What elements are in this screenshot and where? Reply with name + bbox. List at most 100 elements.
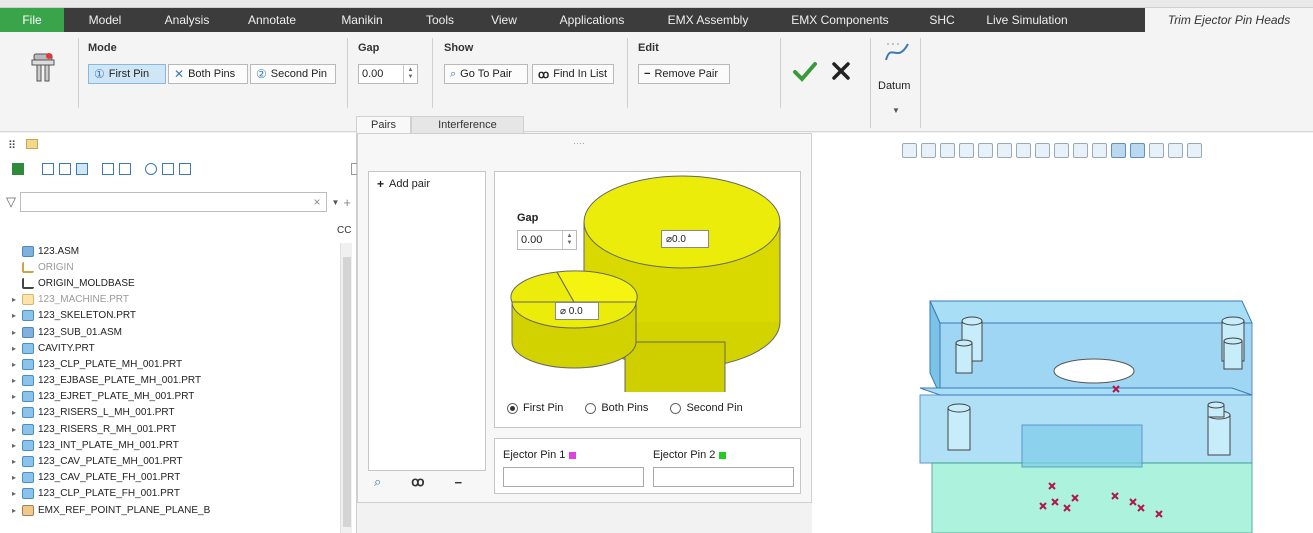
ok-checkmark-icon[interactable] <box>792 58 818 84</box>
tree-item[interactable]: ▸ EMX_REF_POINT_PLANE_PLANE_B <box>12 502 337 518</box>
plus-icon[interactable]: + <box>343 195 351 210</box>
prt-part-icon <box>22 423 34 435</box>
show-icon[interactable] <box>119 163 131 175</box>
tree-scrollbar[interactable] <box>340 243 352 533</box>
tab-pairs[interactable]: Pairs <box>356 116 412 133</box>
tree-item[interactable]: 123.ASM <box>12 243 337 259</box>
layers-icon[interactable] <box>145 163 157 175</box>
menu-applications[interactable]: Applications <box>536 8 648 32</box>
expand-arrow-icon[interactable]: ▸ <box>12 473 22 482</box>
model-tree-panel: ⠿ ▽ × ▼ + CC 123.ASM ORIGIN ORIGIN_MOLDBAS… <box>0 133 363 533</box>
funnel-icon[interactable]: ▽ <box>6 194 16 210</box>
chevron-down-icon[interactable]: ▼ <box>331 198 339 207</box>
drag-handle[interactable]: ···· <box>573 138 585 148</box>
first-pin-button[interactable]: ① First Pin <box>88 64 166 84</box>
ejector-pin-2-field[interactable] <box>653 467 794 487</box>
expand-arrow-icon[interactable]: ▸ <box>12 360 22 369</box>
minus-icon[interactable]: − <box>455 475 463 490</box>
binoculars-icon[interactable]: ꝏ <box>411 474 424 490</box>
tree-item[interactable]: ▸ 123_MACHINE.PRT <box>12 292 337 308</box>
stack-icon[interactable] <box>162 163 174 175</box>
green-swatch-icon <box>719 451 727 459</box>
menu-tools[interactable]: Tools <box>408 8 472 32</box>
tree-item[interactable]: ▸ CAVITY.PRT <box>12 340 337 356</box>
remove-pair-button[interactable]: − Remove Pair <box>638 64 730 84</box>
tab-interference[interactable]: Interference <box>411 116 524 133</box>
tree-settings-icon[interactable] <box>59 163 71 175</box>
menu-model[interactable]: Model <box>64 8 146 32</box>
tree-item[interactable]: ▸ 123_INT_PLATE_MH_001.PRT <box>12 437 337 453</box>
trim-dialog: ···· + Add pair ⌕ ꝏ − Gap 0.00 ▲ ▼ ⌀0.0 … <box>357 133 812 503</box>
expand-arrow-icon[interactable]: ▸ <box>12 295 22 304</box>
large-diameter-field[interactable]: ⌀0.0 <box>661 230 709 248</box>
tree-item[interactable]: ▸ 123_SUB_01.ASM <box>12 324 337 340</box>
small-diameter-field[interactable]: ⌀ 0.0 <box>555 302 599 320</box>
menu-emx-components[interactable]: EMX Components <box>768 8 912 32</box>
tab-trim-ejector-pin-heads[interactable]: Trim Ejector Pin Heads <box>1145 8 1313 32</box>
radio-first-label: First Pin <box>523 402 564 414</box>
menu-view[interactable]: View <box>472 8 536 32</box>
chevron-down-icon[interactable]: ▼ <box>892 106 900 115</box>
tree-item[interactable]: ORIGIN <box>12 259 337 275</box>
tree-view-icon[interactable] <box>76 163 88 175</box>
expand-arrow-icon[interactable]: ▸ <box>12 376 22 385</box>
menu-live-simulation[interactable]: Live Simulation <box>972 8 1082 32</box>
tree-search-input[interactable]: × <box>20 192 328 212</box>
expand-arrow-icon[interactable]: ▸ <box>12 425 22 434</box>
menu-annotate[interactable]: Annotate <box>228 8 316 32</box>
tree-item[interactable]: ▸ 123_CLP_PLATE_FH_001.PRT <box>12 486 337 502</box>
scroll-thumb[interactable] <box>343 257 351 527</box>
clear-icon[interactable]: × <box>313 195 320 209</box>
expand-arrow-icon[interactable]: ▸ <box>12 311 22 320</box>
ejector-pin-1-field[interactable] <box>503 467 644 487</box>
tree-item[interactable]: ▸ 123_SKELETON.PRT <box>12 308 337 324</box>
tree-columns-icon[interactable] <box>42 163 54 175</box>
go-to-pair-label: Go To Pair <box>460 68 512 80</box>
tree-item[interactable]: ▸ 123_RISERS_L_MH_001.PRT <box>12 405 337 421</box>
gap-stepper[interactable]: 0.00 ▲ ▼ <box>358 64 418 84</box>
radio-both-pins[interactable]: Both Pins <box>585 402 648 414</box>
display-icon[interactable] <box>12 163 24 175</box>
cancel-x-icon[interactable] <box>830 60 852 82</box>
radio-second-pin[interactable]: Second Pin <box>670 402 743 414</box>
filter-tree-icon[interactable] <box>102 163 114 175</box>
expand-arrow-icon[interactable]: ▸ <box>12 457 22 466</box>
both-pins-button[interactable]: ✕ Both Pins <box>168 64 248 84</box>
tree-item[interactable]: ▸ 123_EJRET_PLATE_MH_001.PRT <box>12 389 337 405</box>
go-to-pair-button[interactable]: ⌕ Go To Pair <box>444 64 528 84</box>
expand-arrow-icon[interactable]: ▸ <box>12 392 22 401</box>
menu-file[interactable]: File <box>0 8 64 32</box>
expand-arrow-icon[interactable]: ▸ <box>12 441 22 450</box>
tree-item[interactable]: ▸ 123_CAV_PLATE_MH_001.PRT <box>12 453 337 469</box>
expand-arrow-icon[interactable]: ▸ <box>12 489 22 498</box>
expand-arrow-icon[interactable]: ▸ <box>12 344 22 353</box>
menu-manikin[interactable]: Manikin <box>316 8 408 32</box>
radio-both-label: Both Pins <box>601 402 649 414</box>
datum-icon[interactable] <box>884 40 910 66</box>
folder-browser-icon[interactable] <box>26 139 39 149</box>
preview-gap-stepper[interactable]: 0.00 ▲ ▼ <box>517 230 577 250</box>
tree-item[interactable]: ▸ 123_CLP_PLATE_MH_001.PRT <box>12 356 337 372</box>
spin-arrows-icon[interactable]: ▲ ▼ <box>403 65 417 83</box>
pointer-icon[interactable] <box>179 163 191 175</box>
datum-label[interactable]: Datum <box>878 80 910 92</box>
menu-shc[interactable]: SHC <box>912 8 972 32</box>
second-pin-button[interactable]: ② Second Pin <box>250 64 336 84</box>
model-tree-tab-icon[interactable]: ⠿ <box>8 139 16 152</box>
radio-first-pin[interactable]: First Pin <box>507 402 563 414</box>
tree-item[interactable]: ▸ 123_CAV_PLATE_FH_001.PRT <box>12 470 337 486</box>
expand-arrow-icon[interactable]: ▸ <box>12 408 22 417</box>
spin-arrows-icon[interactable]: ▲ ▼ <box>562 231 576 249</box>
expand-arrow-icon[interactable]: ▸ <box>12 506 22 515</box>
menu-emx-assembly[interactable]: EMX Assembly <box>648 8 768 32</box>
tree-item[interactable]: ▸ 123_RISERS_R_MH_001.PRT <box>12 421 337 437</box>
pairs-list[interactable]: + Add pair <box>368 171 486 471</box>
tree-item[interactable]: ORIGIN_MOLDBASE <box>12 275 337 291</box>
expand-arrow-icon[interactable]: ▸ <box>12 328 22 337</box>
tree-item[interactable]: ▸ 123_EJBASE_PLATE_MH_001.PRT <box>12 373 337 389</box>
menu-analysis[interactable]: Analysis <box>146 8 228 32</box>
graphics-window[interactable] <box>812 133 1313 533</box>
add-pair-button[interactable]: + Add pair <box>377 177 430 191</box>
zoom-to-icon[interactable]: ⌕ <box>374 474 381 490</box>
find-in-list-button[interactable]: ꝏ Find In List <box>532 64 614 84</box>
